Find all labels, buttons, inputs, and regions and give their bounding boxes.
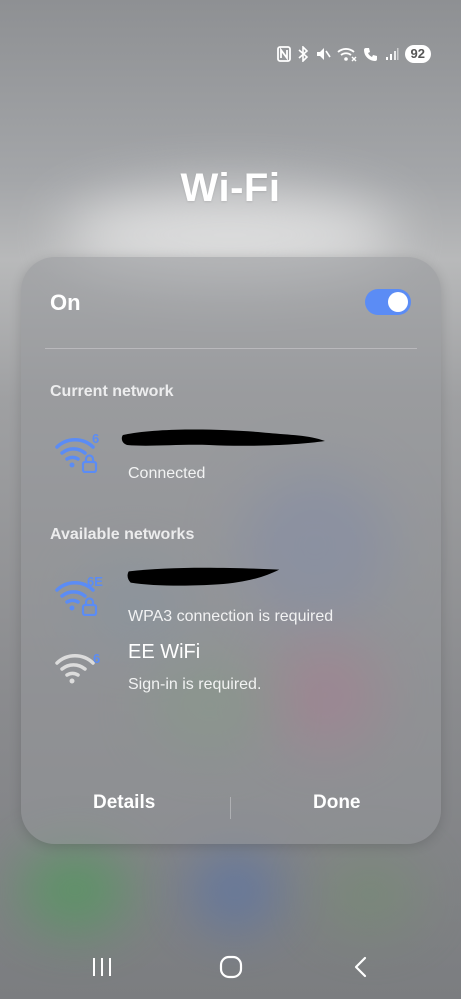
actions-separator bbox=[230, 797, 231, 819]
redacted-ssid bbox=[121, 429, 325, 446]
available-networks-header: Available networks bbox=[50, 526, 195, 543]
svg-text:6E: 6E bbox=[87, 576, 103, 589]
wifi-toggle-label: On bbox=[50, 290, 81, 315]
network-status: WPA3 connection is required bbox=[128, 608, 334, 625]
network-ssid: EE WiFi bbox=[128, 641, 201, 663]
recents-icon bbox=[93, 958, 111, 976]
panel-actions: Details Done bbox=[21, 792, 441, 824]
available-network-item[interactable]: 6E WPA3 connection is required bbox=[21, 567, 441, 625]
wifi-calling-icon bbox=[336, 48, 357, 62]
navigation-bar bbox=[0, 939, 461, 999]
svg-text:6: 6 bbox=[93, 651, 100, 666]
details-button[interactable]: Details bbox=[93, 792, 155, 814]
toggle-knob bbox=[388, 292, 408, 312]
bluetooth-icon bbox=[298, 46, 308, 62]
home-icon bbox=[219, 955, 243, 979]
divider bbox=[45, 348, 417, 349]
current-network-header: Current network bbox=[50, 383, 174, 400]
svg-text:6: 6 bbox=[92, 433, 99, 446]
nfc-icon bbox=[276, 46, 291, 62]
done-button[interactable]: Done bbox=[313, 792, 361, 814]
wifi-6-lock-icon: 6 bbox=[55, 433, 99, 473]
redacted-ssid bbox=[127, 567, 280, 586]
network-status: Sign-in is required. bbox=[128, 676, 262, 693]
wifi-6-icon: 6 bbox=[55, 651, 100, 684]
home-button[interactable] bbox=[211, 947, 251, 987]
network-status: Connected bbox=[128, 465, 206, 482]
available-network-item[interactable]: 6 EE WiFi Sign-in is required. bbox=[21, 641, 441, 697]
wifi-6e-lock-icon: 6E bbox=[55, 576, 103, 616]
wifi-toggle[interactable] bbox=[365, 289, 411, 315]
mute-icon bbox=[316, 48, 331, 60]
signal-icon bbox=[385, 48, 399, 60]
page-title: Wi-Fi bbox=[180, 166, 281, 210]
back-icon bbox=[354, 956, 367, 978]
back-button[interactable] bbox=[341, 947, 381, 987]
current-network-item[interactable]: 6 Connected bbox=[21, 425, 441, 482]
vowifi-call-icon bbox=[363, 48, 377, 61]
status-bar: 92 bbox=[276, 44, 431, 64]
recents-button[interactable] bbox=[82, 947, 122, 987]
battery-level: 92 bbox=[404, 45, 431, 63]
wifi-panel: On Current network 6 Connected Available… bbox=[21, 257, 441, 844]
